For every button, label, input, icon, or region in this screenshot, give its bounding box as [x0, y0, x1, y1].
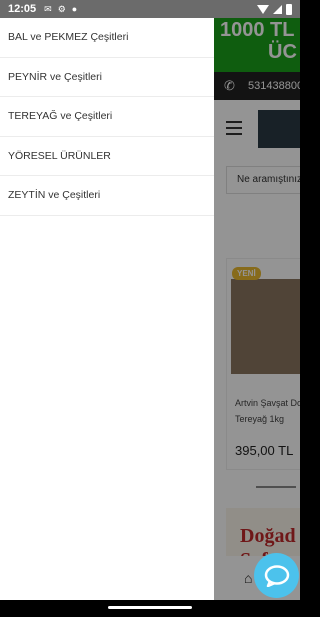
drawer-item-bal-pekmez[interactable]: BAL ve PEKMEZ Çeşitleri — [0, 18, 214, 58]
drawer-item-label: YÖRESEL ÜRÜNLER — [8, 149, 111, 162]
drawer-item-yoresel-urunler[interactable]: YÖRESEL ÜRÜNLER — [0, 137, 214, 176]
sim-icon: ● — [71, 3, 78, 14]
drawer-item-label: BAL ve PEKMEZ Çeşitleri — [8, 31, 129, 44]
home-gesture-handle[interactable] — [108, 606, 192, 609]
drawer-item-peynir[interactable]: PEYNİR ve Çeşitleri — [0, 58, 214, 97]
drawer-item-label: PEYNİR ve Çeşitleri — [8, 70, 102, 83]
status-bar: 12:05 ✉ ⚙ ● — [0, 0, 300, 18]
drawer-item-label: TEREYAĞ ve Çeşitleri — [8, 110, 113, 123]
chat-button[interactable] — [254, 553, 299, 598]
category-drawer: BAL ve PEKMEZ Çeşitleri PEYNİR ve Çeşitl… — [0, 18, 214, 600]
signal-icon — [273, 4, 282, 14]
wifi-icon — [257, 4, 269, 14]
drawer-item-label: ZEYTİN ve Çeşitleri — [8, 189, 101, 202]
drawer-item-tereyag[interactable]: TEREYAĞ ve Çeşitleri — [0, 97, 214, 137]
drawer-item-zeytin[interactable]: ZEYTİN ve Çeşitleri — [0, 176, 214, 216]
settings-icon: ⚙ — [57, 3, 66, 14]
mail-icon: ✉ — [44, 3, 52, 14]
app-screen: 1000 TL ÜC ✆ 5314388000 Ne aramıştınız Y… — [0, 0, 300, 617]
battery-icon — [286, 3, 292, 15]
system-nav-bar — [0, 600, 300, 617]
chat-bubble-icon — [264, 564, 289, 587]
status-time: 12:05 — [8, 3, 37, 15]
